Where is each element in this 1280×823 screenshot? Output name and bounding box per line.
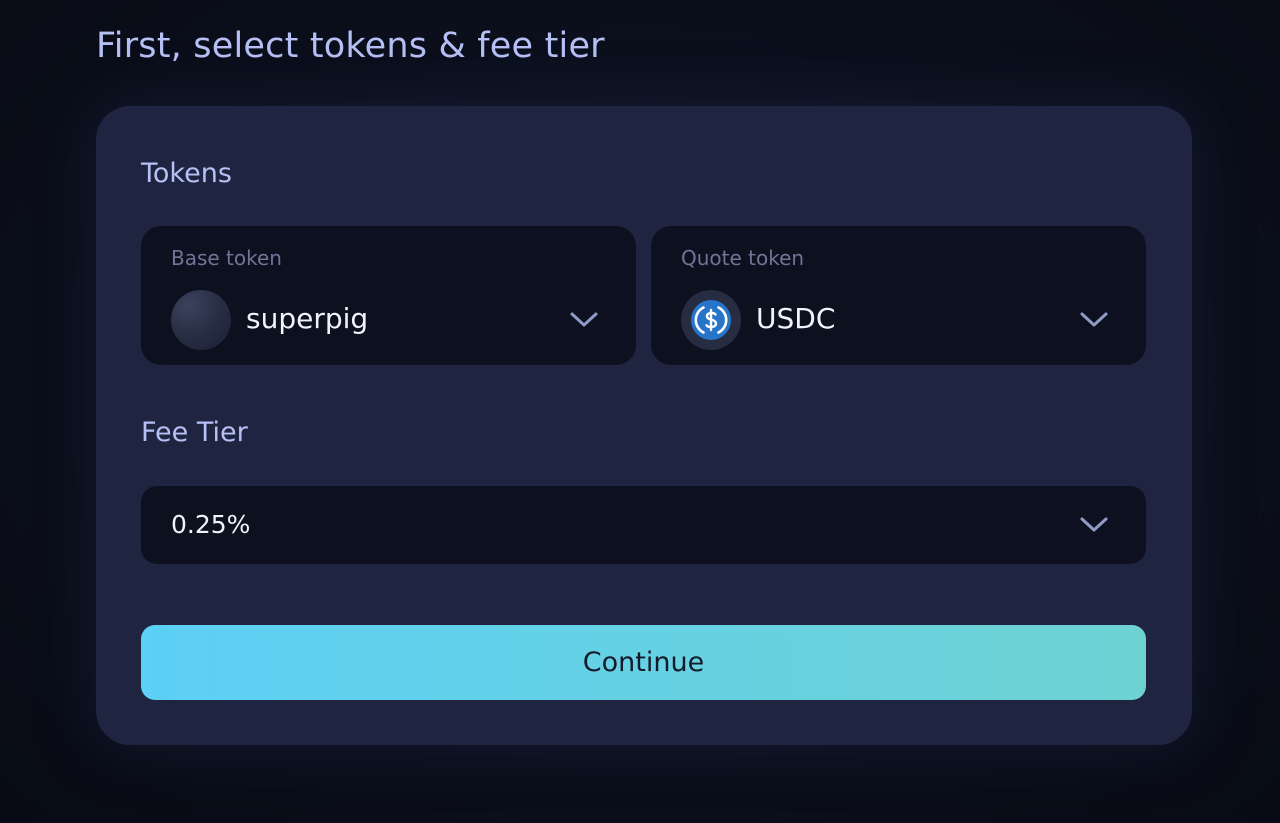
usdc-icon: [681, 290, 741, 350]
base-token-caption: Base token: [171, 246, 282, 270]
fee-tier-value: 0.25%: [171, 510, 251, 539]
fee-tier-section-label: Fee Tier: [141, 417, 248, 448]
quote-token-selector[interactable]: Quote token USDC: [651, 226, 1146, 365]
continue-button[interactable]: Continue: [141, 625, 1146, 700]
chevron-down-icon: [1080, 312, 1108, 327]
tokens-section-label: Tokens: [141, 158, 232, 189]
fee-tier-select[interactable]: 0.25%: [141, 486, 1146, 564]
base-token-name: superpig: [246, 302, 369, 335]
chevron-down-icon: [1080, 517, 1108, 532]
token-selection-card: Tokens Base token superpig Quote token U…: [96, 106, 1192, 745]
chevron-down-icon: [570, 312, 598, 327]
quote-token-name: USDC: [756, 302, 836, 335]
token-avatar-icon: [171, 290, 231, 350]
base-token-selector[interactable]: Base token superpig: [141, 226, 636, 365]
page-title: First, select tokens & fee tier: [96, 26, 605, 66]
quote-token-caption: Quote token: [681, 246, 805, 270]
